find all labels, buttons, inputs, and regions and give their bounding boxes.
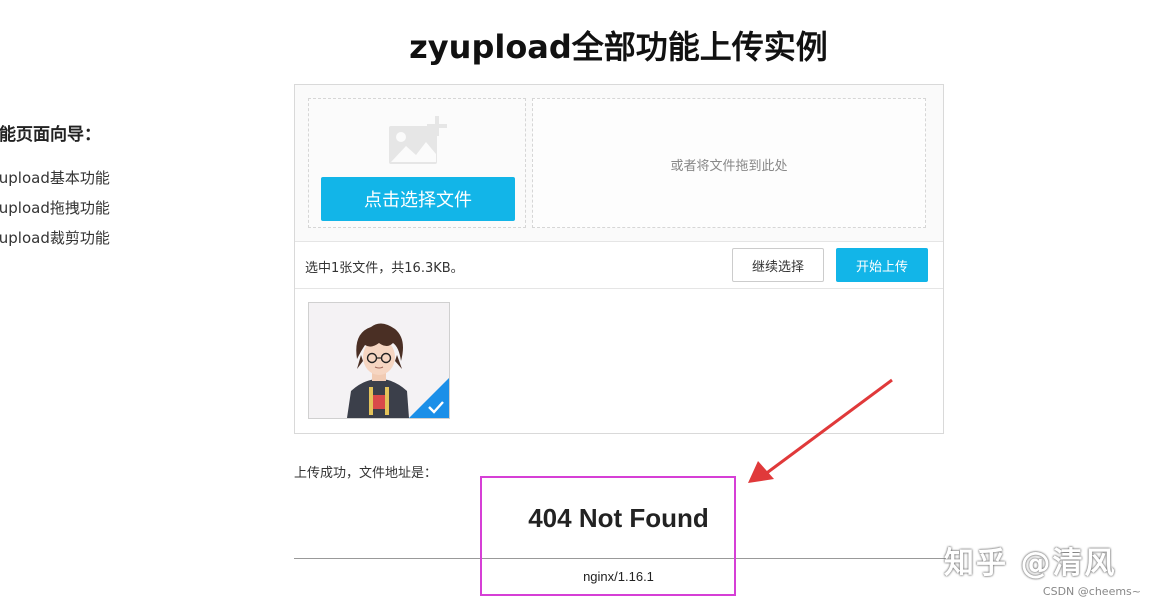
nav-item-basic[interactable]: zyupload基本功能 (0, 163, 110, 193)
check-icon (409, 378, 449, 418)
watermark: 知乎 @清风 (944, 546, 1117, 581)
start-upload-button[interactable]: 开始上传 (836, 248, 928, 282)
page-title: zyupload全部功能上传实例 (409, 28, 828, 66)
continue-select-button[interactable]: 继续选择 (732, 248, 824, 282)
upload-area: 点击选择文件 或者将文件拖到此处 (295, 85, 943, 242)
selection-status: 选中1张文件，共16.3KB。 (305, 261, 464, 276)
credit-mark: CSDN @cheems~ (1042, 585, 1141, 598)
side-nav: 功能页面向导： zyupload基本功能 zyupload拖拽功能 zyuplo… (0, 120, 110, 253)
annotation-arrow (748, 378, 893, 483)
drop-zone[interactable]: 或者将文件拖到此处 (532, 98, 926, 228)
select-file-button[interactable]: 点击选择文件 (321, 177, 515, 221)
status-bar: 选中1张文件，共16.3KB。 继续选择 开始上传 (295, 242, 943, 289)
file-thumbnail[interactable] (308, 302, 450, 419)
annotation-highlight-box (480, 476, 736, 596)
file-pick-box[interactable]: 点击选择文件 (308, 98, 526, 228)
image-add-icon (389, 116, 447, 164)
nav-item-crop[interactable]: zyupload裁剪功能 (0, 223, 110, 253)
drop-hint: 或者将文件拖到此处 (670, 159, 788, 174)
nav-item-drag[interactable]: zyupload拖拽功能 (0, 193, 110, 223)
upload-result-label: 上传成功，文件地址是： (294, 466, 438, 481)
nav-heading: 功能页面向导： (0, 125, 101, 145)
